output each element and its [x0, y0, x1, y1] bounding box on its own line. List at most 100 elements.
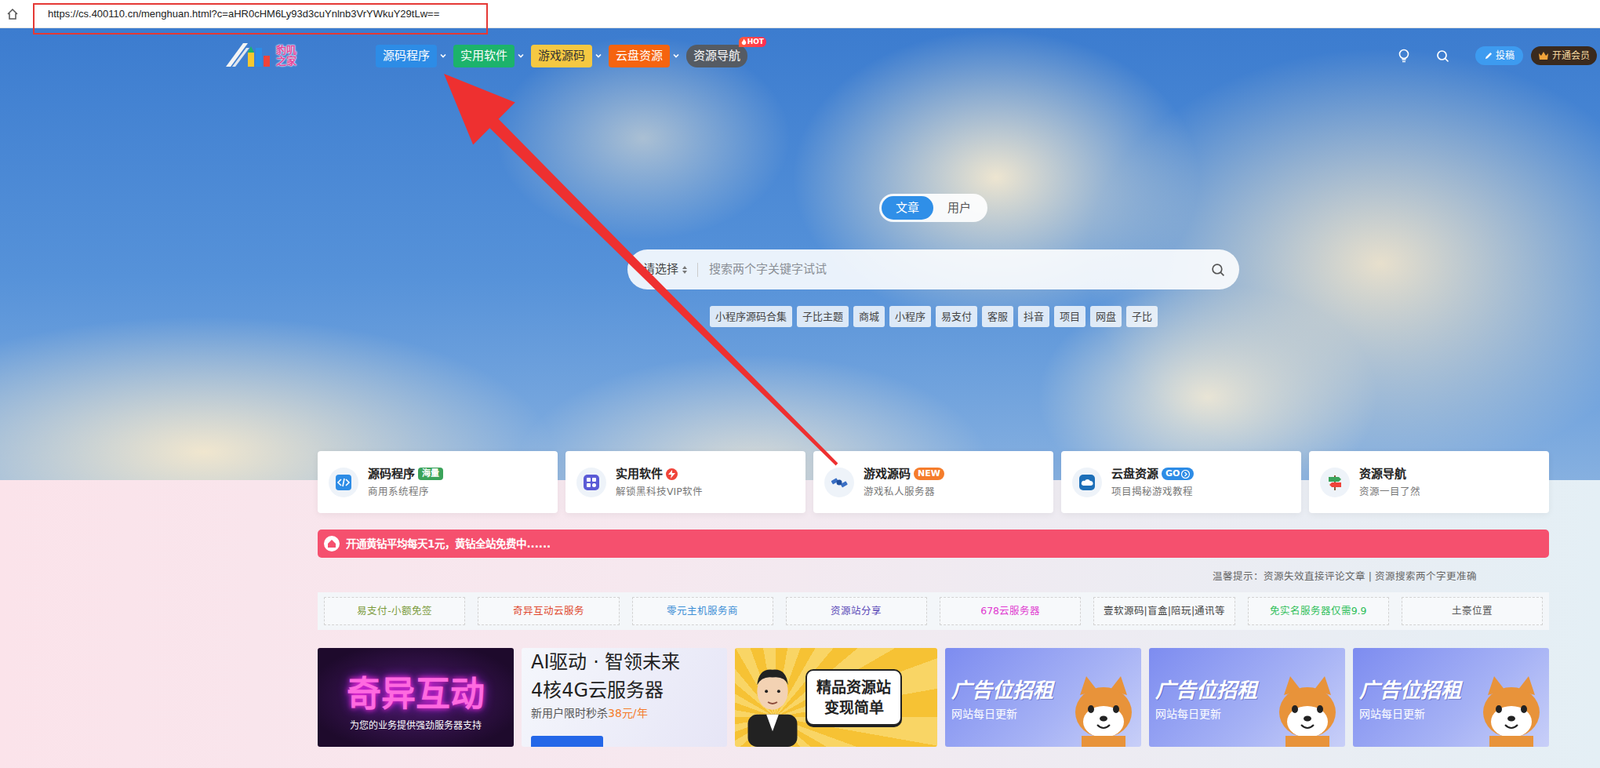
speech-bubble: 精品资源站变现简单: [805, 669, 902, 726]
menu-item[interactable]: 实用软件: [453, 44, 525, 68]
search-tabs: 文章用户: [879, 193, 988, 222]
category-text: 实用软件解锁黑科技VIP软件: [615, 465, 703, 499]
category-card[interactable]: 源码程序海量商用系统程序: [317, 450, 558, 513]
category-title-row: 游戏源码NEW: [863, 465, 945, 483]
search-tag[interactable]: 小程序: [889, 305, 931, 328]
friend-link[interactable]: 678云服务器: [939, 596, 1081, 626]
shiba-dog-icon: [1269, 671, 1346, 747]
address-bar[interactable]: https://cs.400110.cn/menghuan.html?c=aHR…: [47, 6, 440, 22]
category-title: 源码程序: [367, 465, 415, 483]
link-label: 壹软源码|盲盒|陪玩|通讯等: [1103, 603, 1226, 619]
ad-banner[interactable]: AI驱动 · 智领未来4核4G云服务器新用户限时秒杀38元/年: [521, 647, 728, 747]
friend-link[interactable]: 免实名服务器仅需9.9: [1247, 596, 1390, 626]
site-logo[interactable]: 豹叽之家: [224, 38, 325, 73]
category-title: 云盘资源: [1111, 465, 1159, 483]
category-cards: 源码程序海量商用系统程序 实用软件解锁黑科技VIP软件 游戏源码NEW游戏私人服务器…: [317, 450, 1550, 513]
category-text: 云盘资源GO项目揭秘游戏教程: [1111, 465, 1194, 499]
search-icon[interactable]: [1210, 262, 1226, 277]
search-icon[interactable]: [1436, 49, 1450, 63]
bulb-icon[interactable]: [1397, 48, 1411, 63]
contribute-button[interactable]: 投稿: [1475, 46, 1524, 66]
logo-text: 豹叽之家: [276, 44, 299, 68]
menu-item[interactable]: 源码程序: [375, 44, 448, 68]
search-area: 文章用户请选择小程序源码合集子比主题商城小程序易支付客服抖音项目网盘子比: [317, 72, 1550, 328]
cloud-icon: [1072, 467, 1102, 498]
ad-banner[interactable]: 精品资源站变现简单: [734, 647, 938, 747]
link-label: 678云服务器: [980, 603, 1040, 619]
search-tab[interactable]: 用户: [933, 196, 986, 220]
search-bar: 请选择: [627, 249, 1240, 290]
search-tag[interactable]: 子比主题: [796, 305, 849, 328]
vip-label: 开通会员: [1552, 48, 1590, 63]
search-input[interactable]: [707, 259, 1211, 280]
buy-button[interactable]: [530, 735, 604, 747]
search-tab[interactable]: 文章: [881, 196, 934, 220]
contribute-label: 投稿: [1495, 48, 1515, 63]
ad-banner[interactable]: 广告位招租网站每日更新: [945, 647, 1142, 747]
menu-label[interactable]: 源码程序: [375, 44, 437, 68]
ad-banner[interactable]: 奇异互动为您的业务提供强劲服务器支持: [317, 647, 514, 747]
notice-bar[interactable]: 开通黄钻平均每天1元，黄钻全站免费中......: [317, 529, 1550, 558]
chevron-right-icon: [1181, 469, 1190, 479]
banner-text: 广告位招租网站每日更新: [945, 647, 1054, 722]
banner-text: 广告位招租网站每日更新: [1149, 647, 1258, 722]
menu-item[interactable]: 资源导航HOT: [686, 44, 748, 68]
promo-text: 新用户限时秒杀: [530, 706, 608, 720]
link-label: 土豪位置: [1451, 603, 1493, 619]
category-subtitle: 游戏私人服务器: [863, 484, 945, 499]
search-tag[interactable]: 项目: [1054, 305, 1086, 328]
ad-banner[interactable]: 广告位招租网站每日更新: [1149, 647, 1346, 747]
signpost-icon: [1320, 467, 1350, 498]
menu-label[interactable]: 实用软件: [453, 44, 515, 68]
friend-link[interactable]: 土豪位置: [1401, 596, 1543, 626]
banner-subtitle: 网站每日更新: [951, 705, 1054, 722]
search-tag[interactable]: 抖音: [1018, 305, 1050, 328]
ad-banners: 奇异互动为您的业务提供强劲服务器支持AI驱动 · 智领未来4核4G云服务器新用户…: [317, 647, 1550, 747]
home-icon[interactable]: [6, 7, 19, 21]
search-tag[interactable]: 网盘: [1090, 305, 1122, 328]
search-tag[interactable]: 客服: [981, 305, 1014, 328]
search-tag[interactable]: 子比: [1126, 305, 1158, 328]
link-label: 奇异互动云服务: [512, 603, 585, 619]
man-icon: [741, 654, 804, 747]
category-text: 游戏源码NEW游戏私人服务器: [863, 465, 945, 499]
banner-title: 奇异互动: [346, 672, 485, 717]
chevron-down-icon: [672, 51, 680, 60]
vip-button[interactable]: 开通会员: [1530, 46, 1597, 66]
category-card[interactable]: 云盘资源GO项目揭秘游戏教程: [1061, 450, 1302, 513]
category-badge: 海量: [418, 467, 444, 480]
category-card[interactable]: 资源导航资源一目了然: [1309, 450, 1550, 513]
category-badge: GO: [1161, 467, 1194, 480]
banner-title: 广告位招租: [1155, 677, 1258, 703]
lightning-icon: [668, 469, 676, 479]
friend-link[interactable]: 奇异互动云服务: [477, 596, 619, 626]
friend-link[interactable]: 易支付-小额免签: [323, 596, 466, 626]
category-card[interactable]: 游戏源码NEW游戏私人服务器: [813, 450, 1054, 513]
banner-subtitle: 4核4G云服务器: [530, 676, 728, 705]
hot-tags: 小程序源码合集子比主题商城小程序易支付客服抖音项目网盘子比: [709, 305, 1158, 328]
search-tag[interactable]: 小程序源码合集: [709, 305, 793, 328]
menu-item[interactable]: 游戏源码: [530, 44, 603, 68]
menu-label[interactable]: 游戏源码: [530, 44, 593, 68]
friend-link[interactable]: 壹软源码|盲盒|陪玩|通讯等: [1093, 596, 1235, 626]
pen-icon: [1483, 51, 1493, 61]
category-select[interactable]: 请选择: [643, 260, 688, 279]
tip-text: 温馨提示：资源失效直接评论文章 | 资源搜索两个字更准确: [317, 568, 1550, 585]
chevron-down-icon: [594, 51, 603, 60]
hero: 豹叽之家源码程序实用软件游戏源码云盘资源资源导航HOT投稿开通会员 文章用户请选…: [0, 28, 1600, 480]
flame-icon: [741, 38, 747, 46]
search-tag[interactable]: 商城: [853, 305, 885, 328]
category-title-row: 源码程序海量: [367, 465, 444, 483]
menu-label[interactable]: 云盘资源: [608, 44, 670, 68]
badge-text: 海量: [421, 467, 440, 480]
ad-banner[interactable]: 广告位招租网站每日更新: [1352, 647, 1550, 747]
search-tag[interactable]: 易支付: [935, 305, 978, 328]
friend-link[interactable]: 资源站分享: [785, 596, 928, 626]
category-subtitle: 解锁黑科技VIP软件: [615, 484, 703, 499]
menu-item[interactable]: 云盘资源: [608, 44, 680, 68]
category-card[interactable]: 实用软件解锁黑科技VIP软件: [565, 450, 806, 513]
banner-subtitle: 为您的业务提供强劲服务器支持: [349, 719, 482, 732]
menu-label[interactable]: 资源导航: [686, 44, 748, 68]
badge-text: GO: [1165, 467, 1180, 480]
friend-link[interactable]: 零元主机服务商: [632, 596, 774, 626]
